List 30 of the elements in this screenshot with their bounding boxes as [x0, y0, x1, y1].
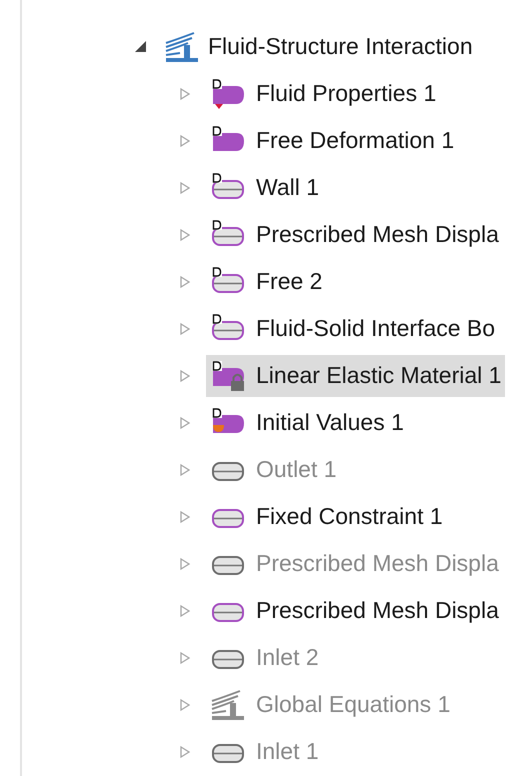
tree-item[interactable]: Free Deformation 1 [206, 120, 458, 162]
tree-item[interactable]: Prescribed Mesh Displa [206, 214, 503, 256]
expand-arrow-icon[interactable] [178, 368, 192, 384]
tree-item[interactable]: Linear Elastic Material 1 [206, 354, 506, 396]
tree-item[interactable]: Free 2 [206, 260, 326, 302]
expand-arrow-icon[interactable] [178, 180, 192, 196]
physics-icon [164, 30, 200, 62]
expand-arrow-icon[interactable] [178, 462, 192, 478]
tree-item[interactable]: Wall 1 [206, 166, 324, 208]
expand-arrow-icon[interactable] [178, 226, 192, 242]
expand-arrow-icon[interactable] [178, 508, 192, 524]
tree-item[interactable]: Fluid-Solid Interface Bo [206, 308, 500, 350]
expand-arrow-icon[interactable] [178, 320, 192, 336]
expand-arrow-icon[interactable] [178, 86, 192, 102]
tree-item-label[interactable]: Fluid-Structure Interaction [208, 33, 473, 60]
expand-arrow-icon[interactable] [178, 414, 192, 430]
expand-arrow-icon[interactable] [178, 696, 192, 712]
domain-icon [210, 78, 246, 110]
tree-item[interactable]: Fixed Constraint 1 [206, 496, 447, 538]
expand-arrow-icon[interactable] [178, 556, 192, 572]
tree-item[interactable]: Prescribed Mesh Displa [206, 590, 503, 632]
expand-arrow-icon[interactable] [178, 744, 192, 760]
expand-arrow-icon[interactable] [178, 650, 192, 666]
tree-item[interactable]: Fluid Properties 1 [206, 72, 440, 114]
expand-arrow-icon[interactable] [178, 132, 192, 148]
domain-icon [210, 360, 246, 392]
expand-arrow-icon[interactable] [178, 274, 192, 290]
physics-icon [210, 688, 246, 720]
expand-arrow-icon[interactable] [178, 602, 192, 618]
tree-item[interactable]: Initial Values 1 [206, 402, 408, 444]
